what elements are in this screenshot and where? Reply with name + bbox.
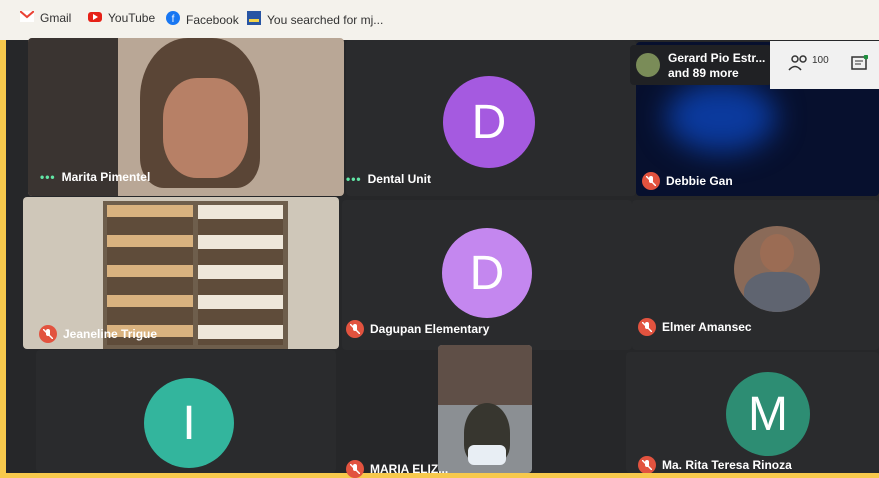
participant-name: Dagupan Elementary bbox=[346, 320, 489, 338]
avatar bbox=[734, 226, 820, 312]
avatar: D bbox=[443, 76, 535, 168]
participant-tile-dental-unit[interactable]: D ••• Dental Unit bbox=[346, 40, 636, 196]
participant-name: Debbie Gan bbox=[642, 172, 733, 190]
participant-name: Ma. Rita Teresa Rinoza bbox=[638, 456, 792, 473]
mic-off-icon bbox=[346, 320, 364, 338]
participant-tile-maria[interactable] bbox=[438, 345, 532, 473]
bookmark-gmail[interactable]: Gmail bbox=[19, 10, 71, 25]
more-participants-chip[interactable]: Gerard Pio Estr... and 89 more bbox=[630, 45, 772, 85]
participant-tile-dagupan[interactable]: D Dagupan Elementary bbox=[342, 200, 632, 350]
participant-tile-i[interactable]: I bbox=[36, 350, 336, 473]
participant-name: Elmer Amansec bbox=[638, 318, 752, 336]
gmail-icon bbox=[19, 10, 35, 25]
bookmark-search[interactable]: You searched for mj... bbox=[247, 11, 383, 28]
meeting-toolbar: 100 bbox=[770, 41, 879, 89]
bookmarks-bar: Gmail YouTube f Facebook You searched fo… bbox=[0, 0, 879, 40]
participant-name: Jeaneline Trigue bbox=[39, 325, 157, 343]
participant-tile-jeaneline[interactable]: Jeaneline Trigue bbox=[23, 197, 339, 349]
speaking-indicator: ••• bbox=[346, 172, 362, 186]
site-icon bbox=[247, 11, 261, 28]
chat-button[interactable] bbox=[850, 54, 869, 78]
avatar: I bbox=[144, 378, 234, 468]
participant-tile-rita[interactable]: M Ma. Rita Teresa Rinoza bbox=[626, 352, 879, 473]
mic-off-icon bbox=[39, 325, 57, 343]
avatar: D bbox=[442, 228, 532, 318]
svg-text:f: f bbox=[172, 14, 175, 25]
mic-off-icon bbox=[638, 456, 656, 473]
mic-off-icon bbox=[642, 172, 660, 190]
participant-name-maria: MARIA ELIZ... bbox=[346, 460, 448, 478]
participant-name: ••• Dental Unit bbox=[346, 172, 431, 186]
avatar: M bbox=[726, 372, 810, 456]
people-icon bbox=[788, 55, 810, 76]
bookmark-facebook[interactable]: f Facebook bbox=[166, 11, 239, 28]
participant-tile-elmer[interactable]: Elmer Amansec bbox=[632, 200, 879, 350]
people-button[interactable]: 100 bbox=[788, 55, 829, 76]
meeting-grid: ••• Marita Pimentel D ••• Dental Unit De… bbox=[6, 38, 879, 478]
mic-off-icon bbox=[346, 460, 364, 478]
participant-name: ••• Marita Pimentel bbox=[40, 170, 151, 184]
avatar bbox=[636, 53, 660, 77]
bookmark-youtube[interactable]: YouTube bbox=[88, 11, 155, 25]
chat-icon bbox=[850, 54, 869, 77]
facebook-icon: f bbox=[166, 11, 180, 28]
mic-off-icon bbox=[638, 318, 656, 336]
participant-tile-marita[interactable]: ••• Marita Pimentel bbox=[28, 38, 344, 196]
speaking-indicator: ••• bbox=[40, 170, 56, 184]
youtube-icon bbox=[88, 11, 102, 25]
